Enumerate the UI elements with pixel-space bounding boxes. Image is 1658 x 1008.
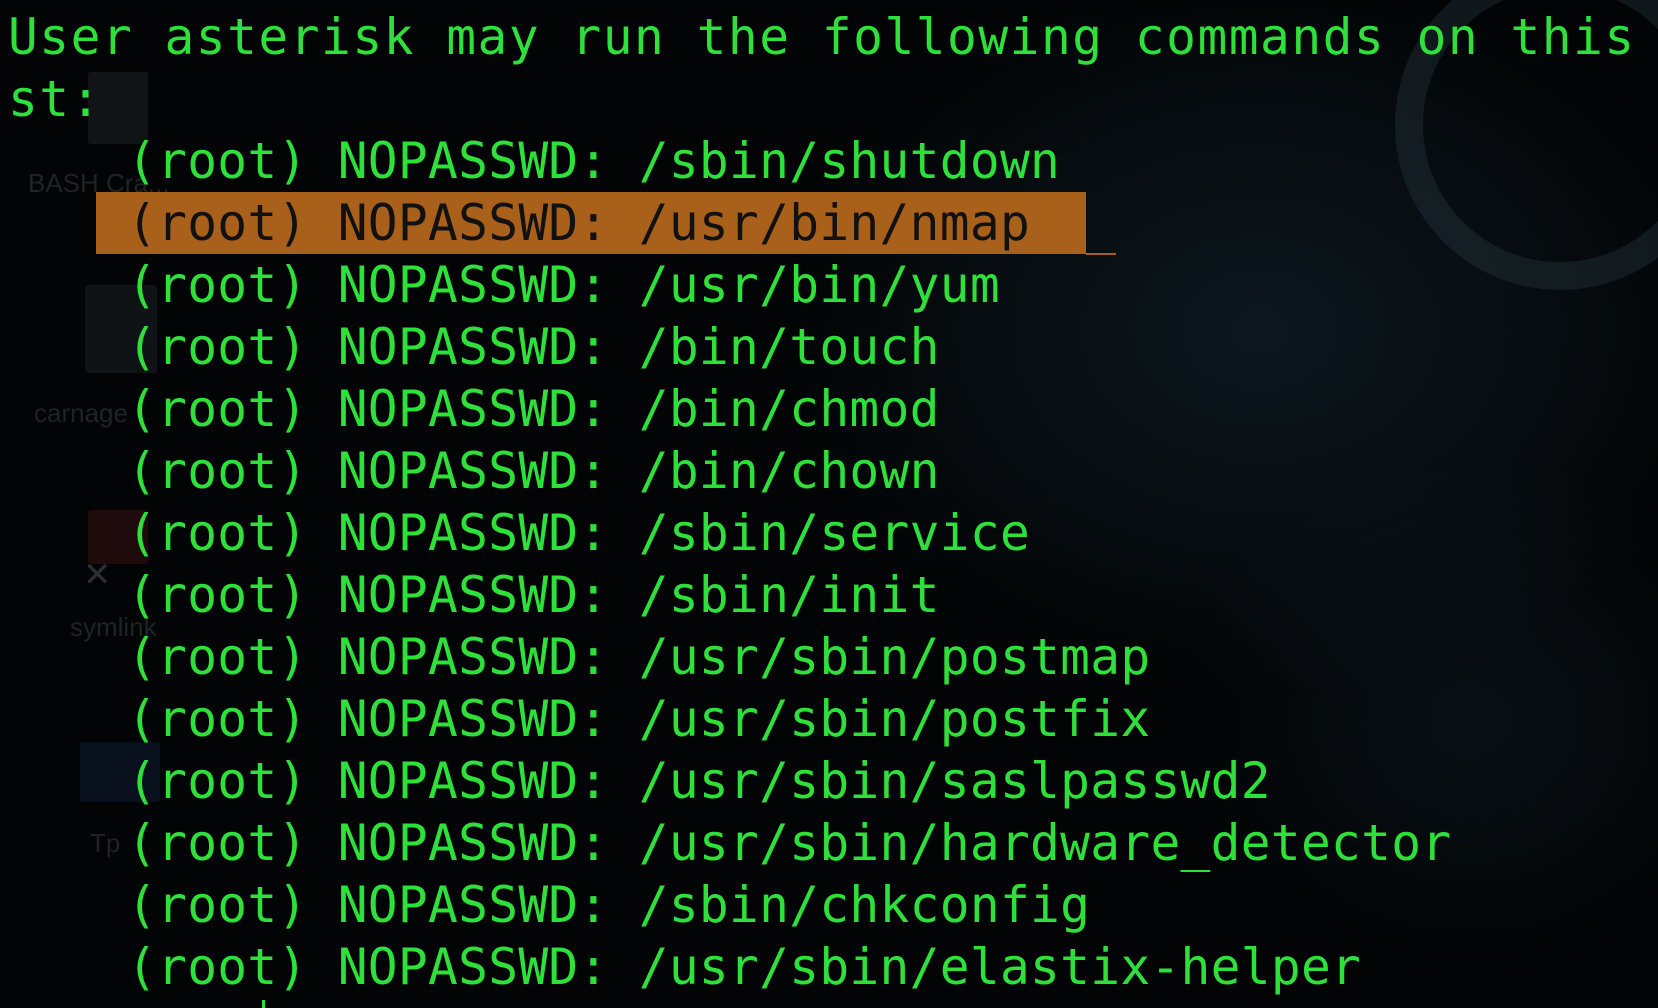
sudo-entry: (root) NOPASSWD: /bin/touch bbox=[127, 318, 940, 376]
desktop-screen: BASH Cra... carnage ✕ symlink Tp User as… bbox=[0, 0, 1658, 1008]
sudo-list-header-wrap: st: bbox=[8, 70, 102, 128]
sudo-entry: (root) NOPASSWD: /usr/bin/yum bbox=[127, 256, 1000, 314]
sudo-entry: (root) NOPASSWD: /usr/sbin/saslpasswd2 bbox=[127, 752, 1271, 810]
sudo-list-header: User asterisk may run the following comm… bbox=[8, 8, 1658, 66]
sudo-entry: (root) NOPASSWD: /usr/sbin/postmap bbox=[127, 628, 1151, 686]
sudo-entry: (root) NOPASSWD: /bin/chown bbox=[127, 442, 940, 500]
terminal-output[interactable]: User asterisk may run the following comm… bbox=[0, 0, 1658, 1008]
sudo-entry: (root) NOPASSWD: /sbin/chkconfig bbox=[127, 876, 1091, 934]
sudo-entry: (root) NOPASSWD: /bin/chmod bbox=[127, 380, 940, 438]
sudo-entry-selected: (root) NOPASSWD: /usr/bin/nmap bbox=[96, 192, 1086, 254]
sudo-entry: (root) NOPASSWD: /usr/sbin/hardware_dete… bbox=[127, 814, 1452, 872]
sudo-entry: (root) NOPASSWD: /usr/sbin/elastix-helpe… bbox=[127, 938, 1362, 996]
sudo-entry: (root) NOPASSWD: /sbin/shutdown bbox=[127, 132, 1061, 190]
sudo-entry: (root) NOPASSWD: /usr/sbin/postfix bbox=[127, 690, 1151, 748]
sudo-entry: (root) NOPASSWD: /sbin/init bbox=[127, 566, 940, 624]
sudo-entry: (root) NOPASSWD: /sbin/service bbox=[127, 504, 1031, 562]
selection-underline bbox=[1086, 253, 1116, 255]
terminal-cursor bbox=[262, 1000, 265, 1008]
